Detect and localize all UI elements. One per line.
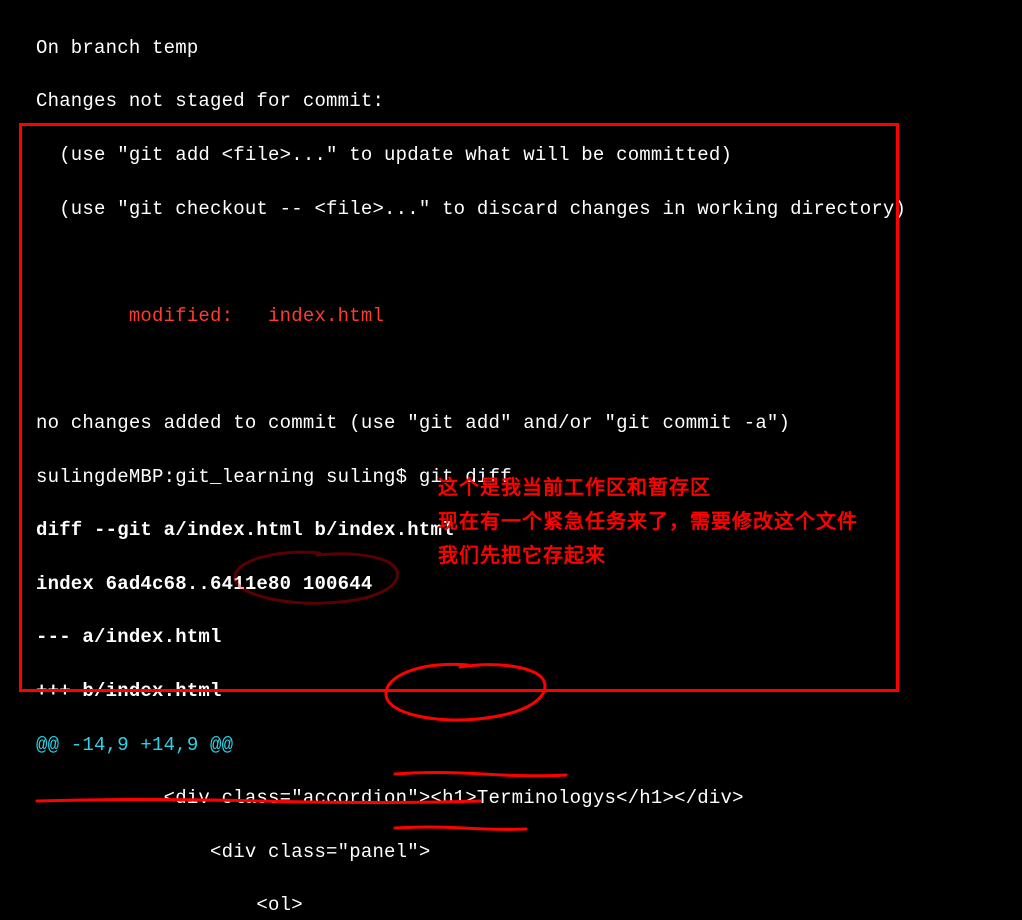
diff-header2: index 6ad4c68..6411e80 100644 <box>36 571 1022 598</box>
status-hint-add: (use "git add <file>..." to update what … <box>36 142 1022 169</box>
diff-ctx: <ol> <box>36 892 1022 919</box>
annotation-line: 这个是我当前工作区和暂存区 <box>438 477 711 499</box>
status-nochanges: no changes added to commit (use "git add… <box>36 410 1022 437</box>
diff-minus: --- a/index.html <box>36 624 1022 651</box>
annotation-text: 这个是我当前工作区和暂存区 现在有一个紧急任务来了，需要修改这个文件 我们先把它… <box>438 437 858 573</box>
status-modified: modified: index.html <box>36 303 1022 330</box>
blank-line <box>36 249 1022 276</box>
annotation-line: 现在有一个紧急任务来了，需要修改这个文件 <box>438 511 858 533</box>
blank-line <box>36 356 1022 383</box>
diff-ctx: <div class="accordion"><h1>Terminologys<… <box>36 785 1022 812</box>
annotation-line: 我们先把它存起来 <box>438 545 606 567</box>
status-hint-co: (use "git checkout -- <file>..." to disc… <box>36 196 1022 223</box>
diff-hunk: @@ -14,9 +14,9 @@ <box>36 732 1022 759</box>
diff-plus: +++ b/index.html <box>36 678 1022 705</box>
status-notstaged: Changes not staged for commit: <box>36 88 1022 115</box>
status-branch: On branch temp <box>36 35 1022 62</box>
prompt: sulingdeMBP:git_learning suling$ <box>36 466 419 488</box>
diff-ctx: <div class="panel"> <box>36 839 1022 866</box>
